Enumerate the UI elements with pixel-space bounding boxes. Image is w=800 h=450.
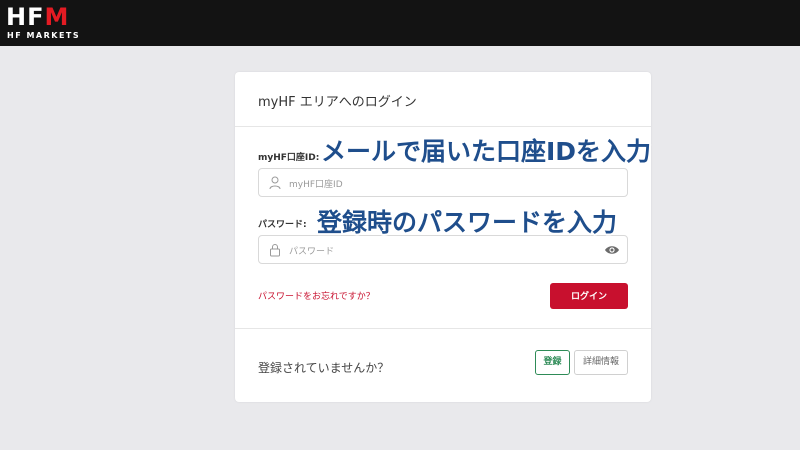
card-footer-divider bbox=[235, 328, 651, 329]
account-id-placeholder: myHF口座ID bbox=[289, 180, 343, 190]
top-header-bar: HFM HF MARKETS bbox=[0, 0, 800, 46]
account-id-input[interactable]: myHF口座ID bbox=[258, 168, 628, 197]
eye-icon[interactable] bbox=[604, 244, 620, 256]
card-header-divider bbox=[235, 126, 651, 127]
not-registered-text: 登録されていませんか？ bbox=[258, 361, 390, 375]
password-label: パスワード: bbox=[258, 220, 307, 230]
account-id-annotation: メールで届いた口座IDを入力 bbox=[321, 137, 652, 166]
password-input[interactable]: パスワード bbox=[258, 235, 628, 264]
account-id-label: myHF口座ID: bbox=[258, 153, 320, 163]
logo-text: HFM bbox=[6, 3, 70, 31]
details-button[interactable]: 詳細情報 bbox=[574, 350, 628, 375]
register-button[interactable]: 登録 bbox=[535, 350, 570, 375]
lock-icon bbox=[270, 244, 280, 257]
password-placeholder: パスワード bbox=[289, 247, 335, 257]
password-annotation: 登録時のパスワードを入力 bbox=[317, 208, 618, 237]
login-card-title: myHF エリアへのログイン bbox=[258, 95, 417, 110]
user-icon bbox=[269, 176, 281, 190]
login-button[interactable]: ログイン bbox=[550, 283, 628, 309]
logo-subtext: HF MARKETS bbox=[7, 31, 81, 40]
forgot-password-link[interactable]: パスワードをお忘れですか？ bbox=[258, 289, 375, 302]
hfm-logo[interactable]: HFM HF MARKETS bbox=[6, 4, 88, 42]
